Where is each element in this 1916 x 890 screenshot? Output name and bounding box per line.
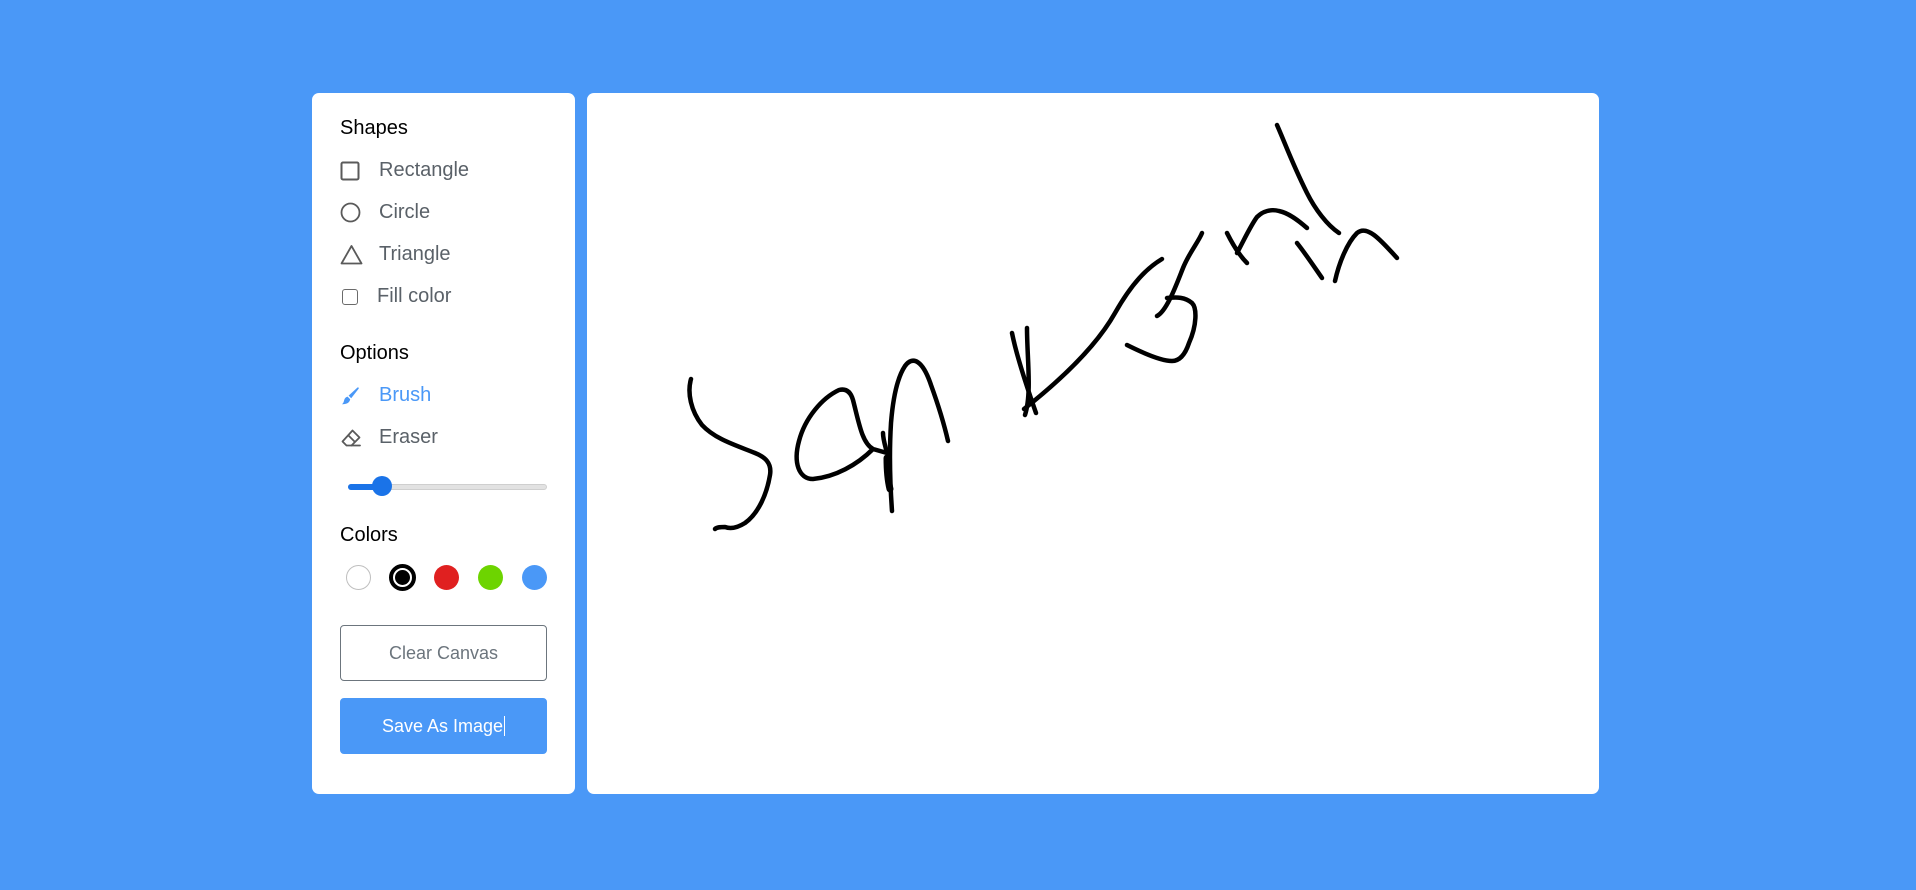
- brush-size-slider[interactable]: [340, 471, 547, 501]
- rectangle-icon: [340, 158, 366, 184]
- tools-panel: Shapes Rectangle Circle Triangle Fill co…: [312, 93, 575, 794]
- options-title: Options: [340, 342, 409, 364]
- save-image-button[interactable]: Save As Image: [340, 698, 547, 754]
- stroke-t-bar: [1022, 325, 1031, 418]
- fill-color-checkbox[interactable]: [340, 284, 366, 310]
- app-container: Shapes Rectangle Circle Triangle Fill co…: [312, 93, 1599, 794]
- save-image-label: Save As Image: [381, 715, 504, 736]
- option-circle[interactable]: Circle: [340, 199, 547, 226]
- option-circle-label: Circle: [379, 201, 431, 223]
- canvas-drawing: [687, 122, 1400, 532]
- stroke-s: [687, 376, 773, 532]
- stroke-s2: [1234, 208, 1310, 256]
- option-eraser[interactable]: Eraser: [340, 424, 547, 451]
- stroke-h-right: [1294, 240, 1325, 281]
- option-brush-label: Brush: [379, 384, 432, 406]
- slider-thumb[interactable]: [371, 476, 392, 496]
- triangle-icon: [340, 242, 366, 268]
- color-palette: [340, 564, 547, 591]
- shapes-title: Shapes: [340, 117, 408, 139]
- option-rectangle-label: Rectangle: [379, 159, 470, 181]
- option-triangle-label: Triangle: [379, 243, 451, 265]
- stroke-a-bowl: [794, 387, 890, 482]
- fill-color-option[interactable]: Fill color: [340, 283, 547, 310]
- stroke-n-bold: [883, 454, 894, 493]
- stroke-o: [1154, 230, 1205, 319]
- circle-icon: [340, 200, 366, 226]
- option-eraser-label: Eraser: [379, 426, 438, 448]
- stroke-h-stem: [1274, 122, 1342, 236]
- colors-title: Colors: [340, 524, 398, 546]
- drawing-canvas[interactable]: [587, 93, 1599, 794]
- color-swatch-black[interactable]: [389, 564, 416, 591]
- color-swatch-red[interactable]: [434, 565, 459, 590]
- stroke-t-cross: [1021, 256, 1165, 412]
- stroke-n: [887, 358, 951, 514]
- eraser-icon: [340, 425, 366, 451]
- text-caret: [504, 716, 506, 736]
- stroke-h-arch: [1332, 228, 1400, 284]
- clear-canvas-button[interactable]: Clear Canvas: [340, 625, 547, 681]
- option-brush[interactable]: Brush: [340, 382, 547, 409]
- stroke-o-bowl: [1124, 295, 1198, 364]
- color-swatch-white[interactable]: [346, 565, 371, 590]
- fill-color-label: Fill color: [377, 285, 452, 307]
- color-swatch-green[interactable]: [478, 565, 503, 590]
- option-rectangle[interactable]: Rectangle: [340, 157, 547, 184]
- color-swatch-blue[interactable]: [522, 565, 547, 590]
- option-triangle[interactable]: Triangle: [340, 241, 547, 268]
- brush-icon: [340, 383, 366, 409]
